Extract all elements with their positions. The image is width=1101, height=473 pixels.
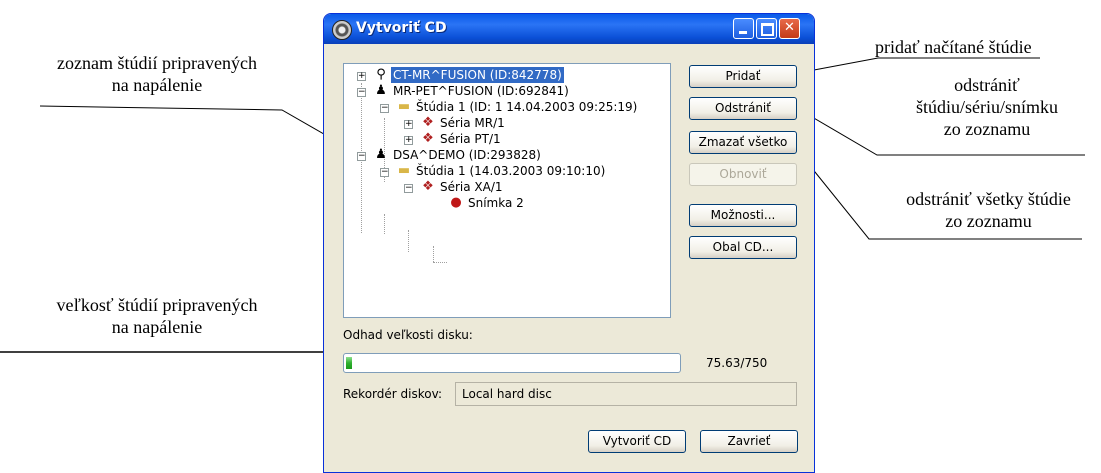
annotation-remove: odstrániť štúdiu/sériu/snímku zo zoznamu <box>915 75 1058 139</box>
create-cd-button[interactable]: Vytvoriť CD <box>588 430 686 453</box>
series-icon: ❖ <box>422 115 434 130</box>
expand-icon[interactable]: + <box>404 136 413 145</box>
title-bar[interactable]: Vytvoriť CD ✕ <box>324 14 814 44</box>
annotation-study-size: veľkosť štúdií pripravených na napálenie <box>56 295 258 337</box>
disk-size-value: 75.63/750 <box>706 356 768 370</box>
tree-line <box>384 214 385 234</box>
add-button[interactable]: Pridať <box>689 65 797 88</box>
expand-icon[interactable]: + <box>404 120 413 129</box>
disk-size-label: Odhad veľkosti disku: <box>343 328 473 342</box>
cd-cover-button[interactable]: Obal CD... <box>689 236 797 259</box>
cd-icon <box>332 20 352 40</box>
collapse-icon[interactable]: − <box>404 184 413 193</box>
disk-size-progress <box>343 353 681 373</box>
refresh-button[interactable]: Obnoviť <box>689 163 797 186</box>
image-icon: ● <box>450 195 462 210</box>
patient-icon: ♟ <box>375 147 387 162</box>
remove-button[interactable]: Odstrániť <box>689 97 797 120</box>
progress-fill <box>346 357 352 369</box>
window-title: Vytvoriť CD <box>356 20 447 36</box>
folder-icon: ▬ <box>397 99 411 114</box>
tree-line <box>408 230 409 252</box>
maximize-icon[interactable] <box>756 18 777 39</box>
minimize-icon[interactable] <box>733 18 754 39</box>
options-button[interactable]: Možnosti... <box>689 204 797 227</box>
annotation-clear-all: odstrániť všetky štúdie zo zoznamu <box>906 189 1071 231</box>
collapse-icon[interactable]: − <box>357 88 366 97</box>
series-icon: ❖ <box>422 131 434 146</box>
collapse-icon[interactable]: − <box>357 152 366 161</box>
series-icon: ❖ <box>422 179 434 194</box>
create-cd-dialog: Vytvoriť CD ✕ + ⚲ CT-MR^FUSION (ID:84277… <box>323 13 815 473</box>
patient-icon: ⚲ <box>376 67 386 82</box>
expand-icon[interactable]: + <box>357 72 366 81</box>
close-button[interactable]: Zavrieť <box>700 430 798 453</box>
patient-icon: ♟ <box>375 83 387 98</box>
recorder-field[interactable]: Local hard disc <box>455 382 797 406</box>
annotation-add: pridať načítané štúdie <box>875 37 1032 57</box>
tree-line <box>433 246 434 262</box>
clear-all-button[interactable]: Zmazať všetko <box>689 131 797 154</box>
tree-line <box>433 262 447 263</box>
arrow-tree <box>39 105 365 158</box>
close-icon[interactable]: ✕ <box>779 18 800 39</box>
recorder-label: Rekordér diskov: <box>343 387 443 401</box>
folder-icon: ▬ <box>397 163 411 178</box>
annotation-study-list: zoznam štúdií pripravených na napálenie <box>57 53 257 95</box>
collapse-icon[interactable]: − <box>380 104 389 113</box>
collapse-icon[interactable]: − <box>380 168 389 177</box>
study-tree[interactable]: + ⚲ CT-MR^FUSION (ID:842778) − ♟ MR-PET^… <box>343 63 671 318</box>
progress-segment <box>346 357 352 369</box>
arrow-add <box>797 57 1040 76</box>
